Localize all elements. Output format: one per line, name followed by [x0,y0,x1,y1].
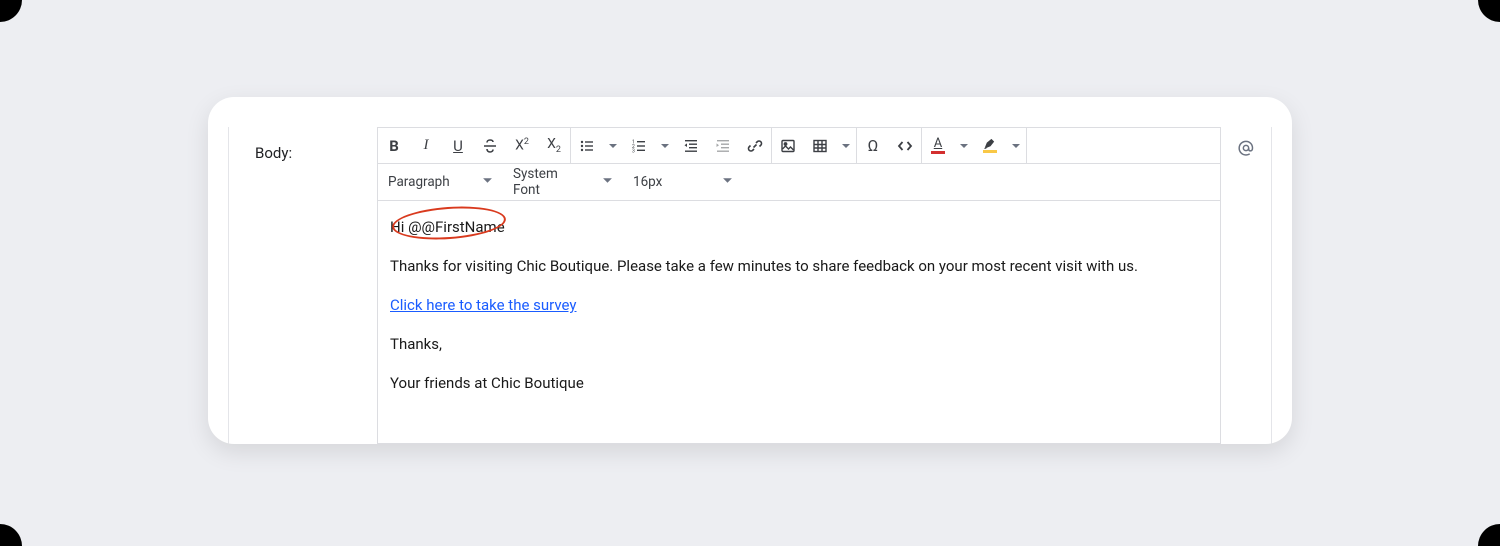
mention-icon[interactable] [1236,138,1256,158]
block-format-select[interactable]: Paragraph [378,164,503,200]
superscript-button[interactable]: X2 [506,128,538,163]
block-format-value: Paragraph [388,174,450,190]
text-color-dropdown[interactable] [954,128,974,163]
table-button[interactable] [804,128,836,163]
editor-content[interactable]: Hi @@FirstName Thanks for visiting Chic … [377,201,1221,444]
italic-button[interactable]: I [410,128,442,163]
survey-link[interactable]: Click here to take the survey [390,296,577,314]
rounded-corner [1478,0,1500,22]
font-family-value: System Font [513,166,588,198]
numbered-list-button[interactable]: 123 [623,128,655,163]
toolbar-row-1: B I U X2 X2 [377,127,1221,164]
toolbar-row-2: Paragraph System Font 16px [377,164,1221,201]
highlight-button[interactable] [974,128,1006,163]
content-line-4: Thanks, [390,334,1208,355]
rich-text-editor: B I U X2 X2 [377,127,1221,444]
strikethrough-button[interactable] [474,128,506,163]
indent-button[interactable] [707,128,739,163]
bold-button[interactable]: B [378,128,410,163]
font-size-value: 16px [633,174,662,190]
merge-token: @@FirstName [408,218,505,236]
outdent-button[interactable] [675,128,707,163]
image-button[interactable] [772,128,804,163]
content-line-5: Your friends at Chic Boutique [390,373,1208,394]
editor-card: Body: B I U X2 X2 [208,97,1292,444]
svg-text:3: 3 [632,148,635,154]
code-button[interactable] [889,128,921,163]
font-size-select[interactable]: 16px [623,164,743,200]
special-char-button[interactable]: Ω [857,128,889,163]
content-line-1: Hi @@FirstName [390,217,1208,238]
subscript-button[interactable]: X2 [538,128,570,163]
text-color-button[interactable]: A [922,128,954,163]
rounded-corner [1478,524,1500,546]
underline-button[interactable]: U [442,128,474,163]
rounded-corner [0,0,22,22]
table-dropdown[interactable] [836,128,856,163]
font-family-select[interactable]: System Font [503,164,623,200]
content-line-2: Thanks for visiting Chic Boutique. Pleas… [390,256,1208,277]
highlight-dropdown[interactable] [1006,128,1026,163]
bullet-list-dropdown[interactable] [603,128,623,163]
rounded-corner [0,524,22,546]
bullet-list-button[interactable] [571,128,603,163]
link-button[interactable] [739,128,771,163]
body-label: Body: [229,127,377,444]
numbered-list-dropdown[interactable] [655,128,675,163]
